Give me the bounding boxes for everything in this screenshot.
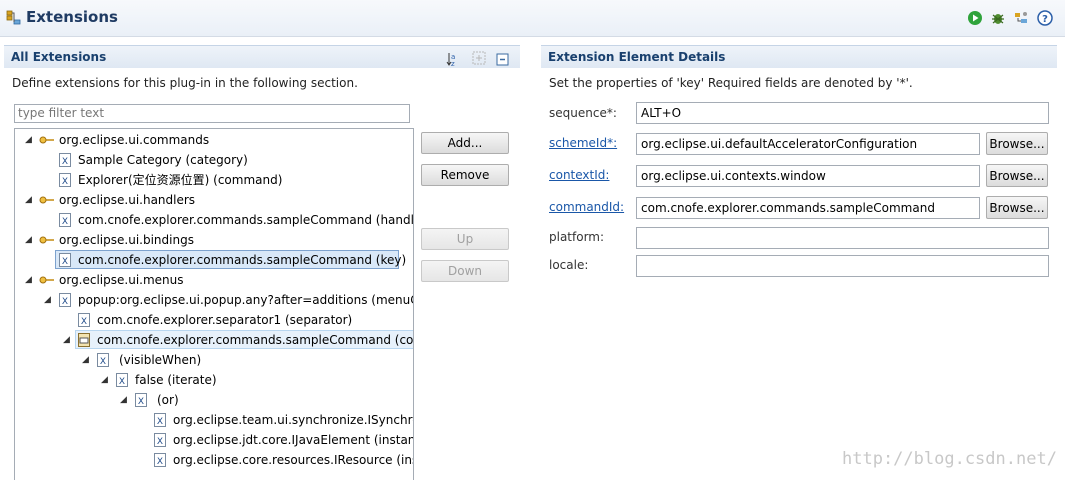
extension-point-icon — [39, 133, 55, 147]
up-button[interactable]: Up — [421, 228, 509, 250]
details-description: Set the properties of 'key' Required fie… — [549, 76, 913, 90]
svg-text:X: X — [81, 317, 87, 327]
expanded-arrow-icon[interactable]: ◢ — [25, 275, 35, 285]
expanded-arrow-icon[interactable]: ◢ — [120, 395, 130, 405]
tree-item[interactable]: X Sample Category (category) — [15, 150, 411, 170]
schemeid-field[interactable]: org.eclipse.ui.defaultAcceleratorConfigu… — [636, 133, 980, 155]
element-icon: X — [97, 353, 109, 367]
locale-label: locale: — [549, 258, 589, 272]
svg-text:z: z — [451, 60, 455, 67]
filter-input[interactable]: type filter text — [14, 104, 410, 123]
tree-item[interactable]: X org.eclipse.core.resources.IResource (… — [15, 450, 413, 470]
svg-text:X: X — [138, 397, 144, 407]
remove-button[interactable]: Remove — [421, 164, 509, 186]
run-icon[interactable] — [967, 10, 983, 26]
tree-item[interactable]: ◢ X (or) — [15, 390, 411, 410]
debug-icon[interactable] — [990, 10, 1006, 26]
tree-item[interactable]: X com.cnofe.explorer.commands.sampleComm… — [15, 210, 413, 230]
svg-text:X: X — [119, 377, 125, 387]
sort-alphabetically-icon[interactable]: az — [446, 51, 462, 70]
add-button[interactable]: Add... — [421, 132, 509, 154]
element-icon: X — [59, 153, 71, 167]
expanded-arrow-icon[interactable]: ◢ — [25, 195, 35, 205]
contextid-browse-button[interactable]: Browse... — [986, 164, 1048, 187]
schemeid-browse-button[interactable]: Browse... — [986, 132, 1048, 155]
extensions-icon — [5, 9, 23, 30]
sequence-label: sequence*: — [549, 106, 617, 120]
tree-item[interactable]: X Explorer(定位资源位置) (command) — [15, 170, 411, 190]
element-icon: X — [154, 433, 166, 447]
element-icon: X — [59, 293, 71, 307]
svg-text:X: X — [62, 177, 68, 187]
expanded-arrow-icon[interactable]: ◢ — [101, 375, 111, 385]
tree-item[interactable]: ◢ X popup:org.eclipse.ui.popup.any?after… — [15, 290, 413, 310]
down-button[interactable]: Down — [421, 260, 509, 282]
svg-text:X: X — [157, 457, 163, 467]
all-extensions-description: Define extensions for this plug-in in th… — [12, 76, 358, 90]
extension-point-icon — [39, 193, 55, 207]
svg-text:X: X — [62, 297, 68, 307]
expanded-arrow-icon[interactable]: ◢ — [25, 135, 35, 145]
tree-item[interactable]: X com.cnofe.explorer.separator1 (separat… — [15, 310, 411, 330]
contextid-link[interactable]: contextId: — [549, 168, 609, 182]
element-icon: X — [78, 313, 90, 327]
svg-text:X: X — [62, 157, 68, 167]
expanded-arrow-icon[interactable]: ◢ — [44, 295, 54, 305]
details-title: Extension Element Details — [548, 50, 726, 64]
svg-text:X: X — [157, 437, 163, 447]
element-icon: X — [59, 253, 71, 267]
svg-text:X: X — [100, 357, 106, 367]
tree-item[interactable]: ◢ X false (iterate) — [15, 370, 411, 390]
expanded-arrow-icon[interactable]: ◢ — [25, 235, 35, 245]
extension-point-icon — [39, 273, 55, 287]
element-icon: X — [154, 413, 166, 427]
element-icon: X — [59, 213, 71, 227]
schemeid-link[interactable]: schemeId*: — [549, 136, 617, 150]
platform-field[interactable] — [636, 227, 1049, 249]
element-icon: X — [116, 373, 128, 387]
tree-item-hovered[interactable]: ◢ com.cnofe.explorer.commands.sampleComm… — [15, 330, 413, 350]
contextid-field[interactable]: org.eclipse.ui.contexts.window — [636, 165, 980, 187]
platform-label: platform: — [549, 230, 605, 244]
tree-item[interactable]: ◢ org.eclipse.ui.handlers — [15, 190, 411, 210]
command-element-icon — [78, 333, 90, 347]
tree-item[interactable]: X org.eclipse.jdt.core.IJavaElement (ins… — [15, 430, 413, 450]
form-header: Extensions ? — [0, 0, 1065, 37]
element-icon: X — [154, 453, 166, 467]
svg-text:X: X — [62, 217, 68, 227]
watermark: http://blog.csdn.net/ — [842, 449, 1057, 469]
element-icon: X — [135, 393, 147, 407]
help-icon[interactable]: ? — [1037, 10, 1053, 26]
tree-item[interactable]: ◢ org.eclipse.ui.commands — [15, 130, 411, 150]
tree-item[interactable]: ◢ org.eclipse.ui.bindings — [15, 230, 411, 250]
page-title: Extensions — [26, 8, 118, 26]
expanded-arrow-icon[interactable]: ◢ — [63, 335, 73, 345]
all-extensions-title: All Extensions — [11, 50, 107, 64]
extension-wizard-icon[interactable] — [1013, 10, 1029, 26]
svg-text:X: X — [157, 417, 163, 427]
svg-text:?: ? — [1042, 14, 1048, 25]
expanded-arrow-icon[interactable]: ◢ — [82, 355, 92, 365]
tree-item[interactable]: X org.eclipse.team.ui.synchronize.ISynch… — [15, 410, 413, 430]
collapse-all-icon[interactable] — [496, 52, 510, 69]
extension-point-icon — [39, 233, 55, 247]
locale-field[interactable] — [636, 255, 1049, 277]
sequence-field[interactable]: ALT+O — [636, 102, 1049, 124]
element-icon: X — [59, 173, 71, 187]
extensions-tree[interactable]: ◢ org.eclipse.ui.commands X Sample Categ… — [14, 128, 414, 480]
commandid-link[interactable]: commandId: — [549, 200, 624, 214]
expand-all-icon[interactable] — [472, 51, 486, 68]
svg-text:X: X — [62, 257, 68, 267]
tree-item[interactable]: ◢ X (visibleWhen) — [15, 350, 411, 370]
tree-item-selected[interactable]: X com.cnofe.explorer.commands.sampleComm… — [15, 250, 411, 270]
commandid-browse-button[interactable]: Browse... — [986, 196, 1048, 219]
commandid-field[interactable]: com.cnofe.explorer.commands.sampleComman… — [636, 197, 980, 219]
tree-item[interactable]: ◢ org.eclipse.ui.menus — [15, 270, 411, 290]
